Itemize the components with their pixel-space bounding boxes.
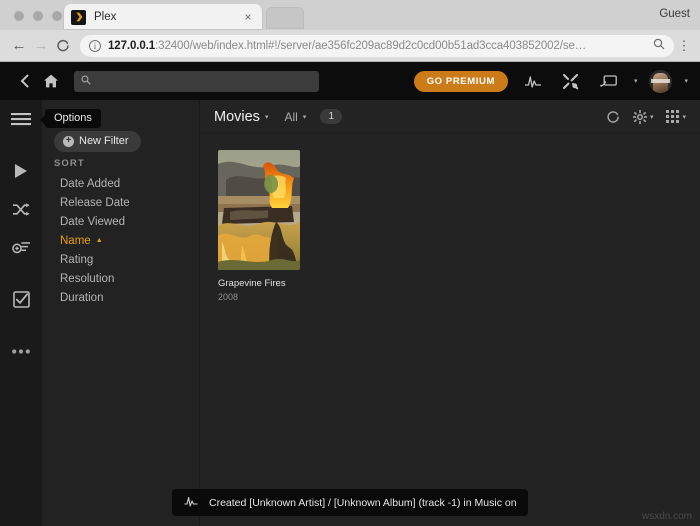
plex-logo-icon (71, 9, 86, 25)
sort-heading: SORT (54, 158, 85, 169)
wrench-screwdriver-icon[interactable] (558, 68, 584, 94)
library-filter-label: All (284, 109, 298, 124)
library-header: Movies ▾ All ▾ 1 ▾ ▾ (200, 100, 700, 134)
sort-item-label: Date Added (60, 177, 121, 190)
sort-ascending-arrow-icon: ▲ (95, 237, 103, 244)
home-icon[interactable] (38, 68, 64, 94)
checkbox-check-icon[interactable] (0, 280, 42, 318)
browser-tab-title: Plex (94, 11, 117, 23)
search-input[interactable] (97, 75, 312, 87)
browser-navbar: ← → i 127.0.0.1:32400/web/index.html#!/s… (0, 30, 700, 61)
user-menu-caret-icon[interactable]: ▾ (684, 77, 688, 85)
options-tooltip: Options (40, 109, 101, 128)
chevron-down-icon: ▾ (649, 113, 654, 121)
play-icon[interactable] (0, 152, 42, 190)
plex-app: GO PREMIUM ▾ ▾ Options + New Filter SORT… (0, 62, 700, 526)
chevron-down-icon: ▾ (682, 113, 686, 121)
sort-item-date-added[interactable]: Date Added (42, 174, 200, 193)
plex-topbar-actions: GO PREMIUM ▾ ▾ (413, 68, 688, 94)
browser-tab-plex[interactable]: Plex × (63, 4, 263, 30)
new-filter-button[interactable]: + New Filter (54, 131, 141, 152)
close-icon[interactable]: × (241, 11, 255, 23)
page-title: Movies (214, 108, 260, 125)
address-bar-url: 127.0.0.1:32400/web/index.html#!/server/… (108, 40, 586, 52)
back-icon[interactable]: ← (8, 35, 30, 57)
screenshot-root: Plex × Guest ← → i 127.0.0.1:32400/web/i… (0, 0, 700, 526)
sort-item-rating[interactable]: Rating (42, 250, 200, 269)
window-maximize-button[interactable] (52, 11, 62, 21)
window-traffic-lights (14, 11, 62, 21)
sort-item-label: Duration (60, 291, 104, 304)
chevron-down-icon: ▾ (302, 113, 307, 121)
sort-item-label: Name (60, 234, 91, 247)
chevron-down-icon: ▾ (264, 113, 269, 121)
window-minimize-button[interactable] (33, 11, 43, 21)
sort-item-label: Rating (60, 253, 94, 266)
chevron-left-icon[interactable] (12, 68, 38, 94)
avatar[interactable] (649, 69, 673, 93)
refresh-icon[interactable] (606, 110, 620, 124)
new-filter-label: New Filter (79, 135, 129, 147)
url-path: :32400/web/index.html#!/server/ae356fc20… (155, 39, 587, 52)
library-item-year: 2008 (218, 292, 239, 302)
library-content: Movies ▾ All ▾ 1 ▾ ▾ Grapevine Fires 200… (200, 100, 700, 526)
url-host: 127.0.0.1 (108, 39, 156, 52)
sort-item-release-date[interactable]: Release Date (42, 193, 200, 212)
plex-icon-rail (0, 100, 42, 526)
grid-layout-icon[interactable]: ▾ (666, 110, 686, 123)
hamburger-icon[interactable] (0, 100, 42, 138)
poster-artwork[interactable] (218, 150, 300, 270)
sort-item-label: Date Viewed (60, 215, 125, 228)
options-sidebar: Options + New Filter SORT Date Added Rel… (40, 100, 200, 526)
library-filter-selector[interactable]: All ▾ (284, 110, 306, 124)
activity-pulse-icon (184, 494, 198, 512)
search-input-wrapper[interactable] (74, 70, 319, 92)
zoom-search-icon[interactable] (653, 38, 665, 53)
browser-menu-icon[interactable]: ⋮ (676, 39, 692, 52)
cast-caret-icon[interactable]: ▾ (634, 77, 638, 85)
plex-topbar: GO PREMIUM ▾ ▾ (0, 62, 700, 100)
library-selector[interactable]: Movies ▾ (214, 109, 268, 125)
toast-message: Created [Unknown Artist] / [Unknown Albu… (209, 496, 517, 509)
go-premium-button[interactable]: GO PREMIUM (413, 70, 508, 92)
sort-item-label: Release Date (60, 196, 130, 209)
poster-grid: Grapevine Fires 2008 (218, 150, 300, 302)
sort-options-list: Date Added Release Date Date Viewed Name… (42, 174, 200, 307)
sort-item-date-viewed[interactable]: Date Viewed (42, 212, 200, 231)
activity-pulse-icon[interactable] (520, 68, 546, 94)
window-close-button[interactable] (14, 11, 24, 21)
sort-item-label: Resolution (60, 272, 115, 285)
watermark: wsxdn.com (641, 511, 692, 522)
ellipsis-icon[interactable] (0, 332, 42, 370)
gear-icon[interactable]: ▾ (632, 109, 654, 124)
browser-tab-inactive[interactable] (266, 7, 304, 29)
cast-screen-icon[interactable] (596, 68, 622, 94)
magnifier-icon (81, 75, 91, 88)
item-count-badge: 1 (320, 109, 343, 124)
forward-icon[interactable]: → (30, 35, 52, 57)
browser-profile-label[interactable]: Guest (659, 8, 690, 20)
playlist-add-icon[interactable] (0, 228, 42, 266)
library-header-actions: ▾ ▾ (606, 109, 686, 124)
sort-item-duration[interactable]: Duration (42, 288, 200, 307)
info-circle-icon[interactable]: i (89, 39, 101, 52)
browser-chrome: Plex × Guest ← → i 127.0.0.1:32400/web/i… (0, 0, 700, 62)
library-item-card[interactable]: Grapevine Fires 2008 (218, 150, 300, 302)
sort-item-resolution[interactable]: Resolution (42, 269, 200, 288)
toast-notification[interactable]: Created [Unknown Artist] / [Unknown Albu… (172, 489, 528, 516)
reload-icon[interactable] (52, 35, 74, 57)
plus-circle-icon: + (63, 135, 74, 147)
browser-tabstrip: Plex × Guest (0, 0, 700, 30)
shuffle-icon[interactable] (0, 190, 42, 228)
address-bar[interactable]: i 127.0.0.1:32400/web/index.html#!/serve… (80, 34, 674, 57)
sort-item-name[interactable]: Name ▲ (42, 231, 200, 250)
library-item-title: Grapevine Fires (218, 278, 286, 289)
